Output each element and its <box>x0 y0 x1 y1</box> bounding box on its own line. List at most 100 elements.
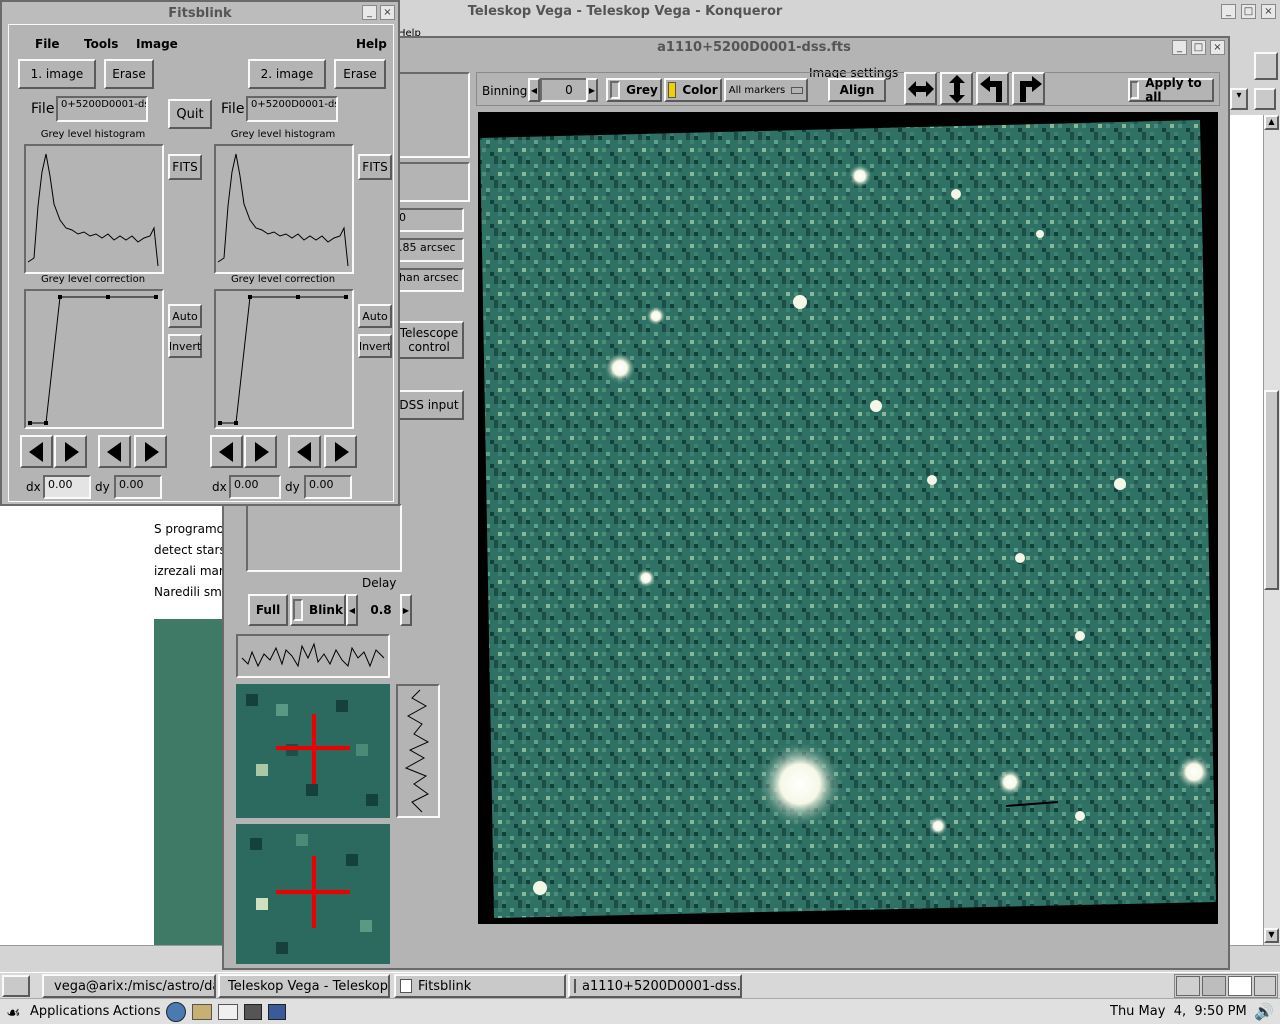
binning-decrease-button[interactable]: ◀ <box>528 78 540 102</box>
delay-value[interactable]: 0.8 <box>358 594 404 626</box>
zoom-view-2[interactable] <box>236 824 390 964</box>
fits-2-button[interactable]: FITS <box>358 154 392 180</box>
shift-2-right-icon[interactable] <box>244 435 277 468</box>
close-icon[interactable]: × <box>1210 40 1225 55</box>
workspace-1[interactable] <box>1176 976 1200 996</box>
file-1-field[interactable]: 0+5200D0001-ds <box>56 96 148 122</box>
dx-2-label: dx <box>212 480 227 494</box>
workspace-3[interactable] <box>1228 976 1252 996</box>
quit-button[interactable]: Quit <box>168 99 212 129</box>
shift-1-up-icon[interactable] <box>98 435 131 468</box>
flip-vertical-icon[interactable] <box>940 72 973 105</box>
dx-1-label: dx <box>26 480 41 494</box>
full-button[interactable]: Full <box>248 594 288 626</box>
minimize-icon[interactable]: _ <box>362 5 377 20</box>
dy-1-field[interactable]: 0.00 <box>114 475 162 499</box>
dx-2-field[interactable]: 0.00 <box>229 475 281 499</box>
task-button-fitsblink[interactable]: Fitsblink <box>394 974 566 998</box>
shift-2-left-icon[interactable] <box>210 435 243 468</box>
correction-2-plot <box>214 289 354 429</box>
blink-button[interactable]: Blink <box>290 594 346 626</box>
window-icon <box>400 979 412 993</box>
auto-2-button[interactable]: Auto <box>358 304 392 328</box>
file-2-field[interactable]: 0+5200D0001-ds <box>246 96 338 122</box>
close-icon[interactable]: × <box>380 5 395 20</box>
apply-to-all-toggle[interactable]: Apply to all <box>1128 76 1214 104</box>
shift-2-up-icon[interactable] <box>288 435 321 468</box>
volume-icon[interactable]: 🔊 <box>1254 1002 1274 1021</box>
delay-decrease-button[interactable]: ◀ <box>346 594 358 626</box>
rotate-right-icon[interactable] <box>1012 72 1045 105</box>
terminal-launcher-icon[interactable] <box>244 1004 262 1020</box>
invert-1-button[interactable]: Invert <box>168 334 202 358</box>
star-field-image[interactable] <box>478 112 1218 924</box>
rotate-left-icon[interactable] <box>976 72 1009 105</box>
dx-1-field[interactable]: 0.00 <box>43 475 91 499</box>
konqueror-scrollbar[interactable]: ▲ ▼ <box>1263 115 1280 945</box>
shift-1-right-icon[interactable] <box>54 435 87 468</box>
konqueror-paragraph-line: Naredili sme <box>154 585 230 599</box>
menu-help[interactable]: Help <box>356 37 387 51</box>
maximize-icon[interactable]: □ <box>1191 40 1206 55</box>
menu-image[interactable]: Image <box>136 37 178 51</box>
color-toggle[interactable]: Color <box>664 78 722 102</box>
location-dropdown-icon[interactable]: ▾ <box>1230 88 1248 110</box>
task-label: a1110+5200D0001-dss.fts <box>582 978 742 994</box>
image-1-button[interactable]: 1. image <box>18 59 96 89</box>
mail-launcher-icon[interactable] <box>192 1004 212 1020</box>
image-2-button[interactable]: 2. image <box>248 59 326 89</box>
align-button[interactable]: Align <box>828 78 886 102</box>
binning-increase-button[interactable]: ▶ <box>586 78 598 102</box>
actions-menu[interactable]: Actions <box>113 1004 161 1019</box>
close-icon[interactable]: × <box>1261 4 1276 19</box>
konqueror-side-icon[interactable] <box>1254 52 1278 80</box>
markers-select[interactable]: All markers <box>724 78 808 102</box>
auto-1-button[interactable]: Auto <box>168 304 202 328</box>
clock[interactable]: Thu May 4, 9:50 PM <box>1110 1004 1247 1019</box>
fits-1-button[interactable]: FITS <box>168 154 202 180</box>
erase-2-button[interactable]: Erase <box>334 59 386 89</box>
minimize-icon[interactable]: _ <box>1221 4 1236 19</box>
erase-1-button[interactable]: Erase <box>104 59 154 89</box>
workspace-switcher[interactable] <box>1174 974 1278 998</box>
grey-toggle[interactable]: Grey <box>606 78 662 102</box>
konqueror-side-icon-2[interactable] <box>1254 88 1276 110</box>
minimize-icon[interactable]: _ <box>1172 40 1187 55</box>
konqueror-paragraph-line: detect stars <box>154 543 226 557</box>
dy-2-field[interactable]: 0.00 <box>304 475 352 499</box>
shift-1-down-icon[interactable] <box>134 435 167 468</box>
delay-increase-button[interactable]: ▶ <box>400 594 412 626</box>
blink-checkbox[interactable] <box>293 599 304 621</box>
fitsblink-title: Fitsblink <box>168 6 232 21</box>
file-2-label: File <box>221 101 245 117</box>
grey-indicator <box>610 81 621 99</box>
dy-1-label: dy <box>95 480 110 494</box>
shift-2-down-icon[interactable] <box>324 435 357 468</box>
task-button-konqueror[interactable]: Teleskop Vega - Teleskop <box>218 974 390 998</box>
task-button-terminal[interactable]: vega@arix:/misc/astro/da <box>42 974 216 998</box>
telescope-control-label-2: control <box>408 340 450 354</box>
apply-indicator <box>1130 81 1140 99</box>
task-button-fits-image[interactable]: a1110+5200D0001-dss.fts <box>568 974 742 998</box>
maximize-icon[interactable]: □ <box>1241 4 1256 19</box>
shift-1-left-icon[interactable] <box>20 435 53 468</box>
browser-launcher-icon[interactable] <box>166 1002 186 1022</box>
invert-2-button[interactable]: Invert <box>358 334 392 358</box>
task-label: Fitsblink <box>418 978 472 994</box>
show-desktop-icon[interactable] <box>2 975 30 997</box>
screen-launcher-icon[interactable] <box>268 1004 286 1020</box>
taskbar: vega@arix:/misc/astro/da Teleskop Vega -… <box>0 972 1280 998</box>
flip-horizontal-icon[interactable] <box>904 72 937 105</box>
editor-launcher-icon[interactable] <box>218 1004 238 1020</box>
menu-tools[interactable]: Tools <box>84 37 118 51</box>
menu-file[interactable]: File <box>35 37 60 51</box>
zoom-view-1[interactable] <box>236 684 390 818</box>
workspace-2[interactable] <box>1202 976 1226 996</box>
dss-input-button[interactable]: DSS input <box>394 390 464 420</box>
workspace-4[interactable] <box>1254 976 1276 996</box>
correction-2-label: Grey level correction <box>230 274 336 285</box>
konqueror-page-image <box>154 619 222 945</box>
telescope-control-button[interactable]: Telescope control <box>394 321 464 359</box>
applications-menu[interactable]: Applications <box>30 1004 109 1019</box>
foot-icon[interactable]: ☙ <box>6 1003 20 1022</box>
